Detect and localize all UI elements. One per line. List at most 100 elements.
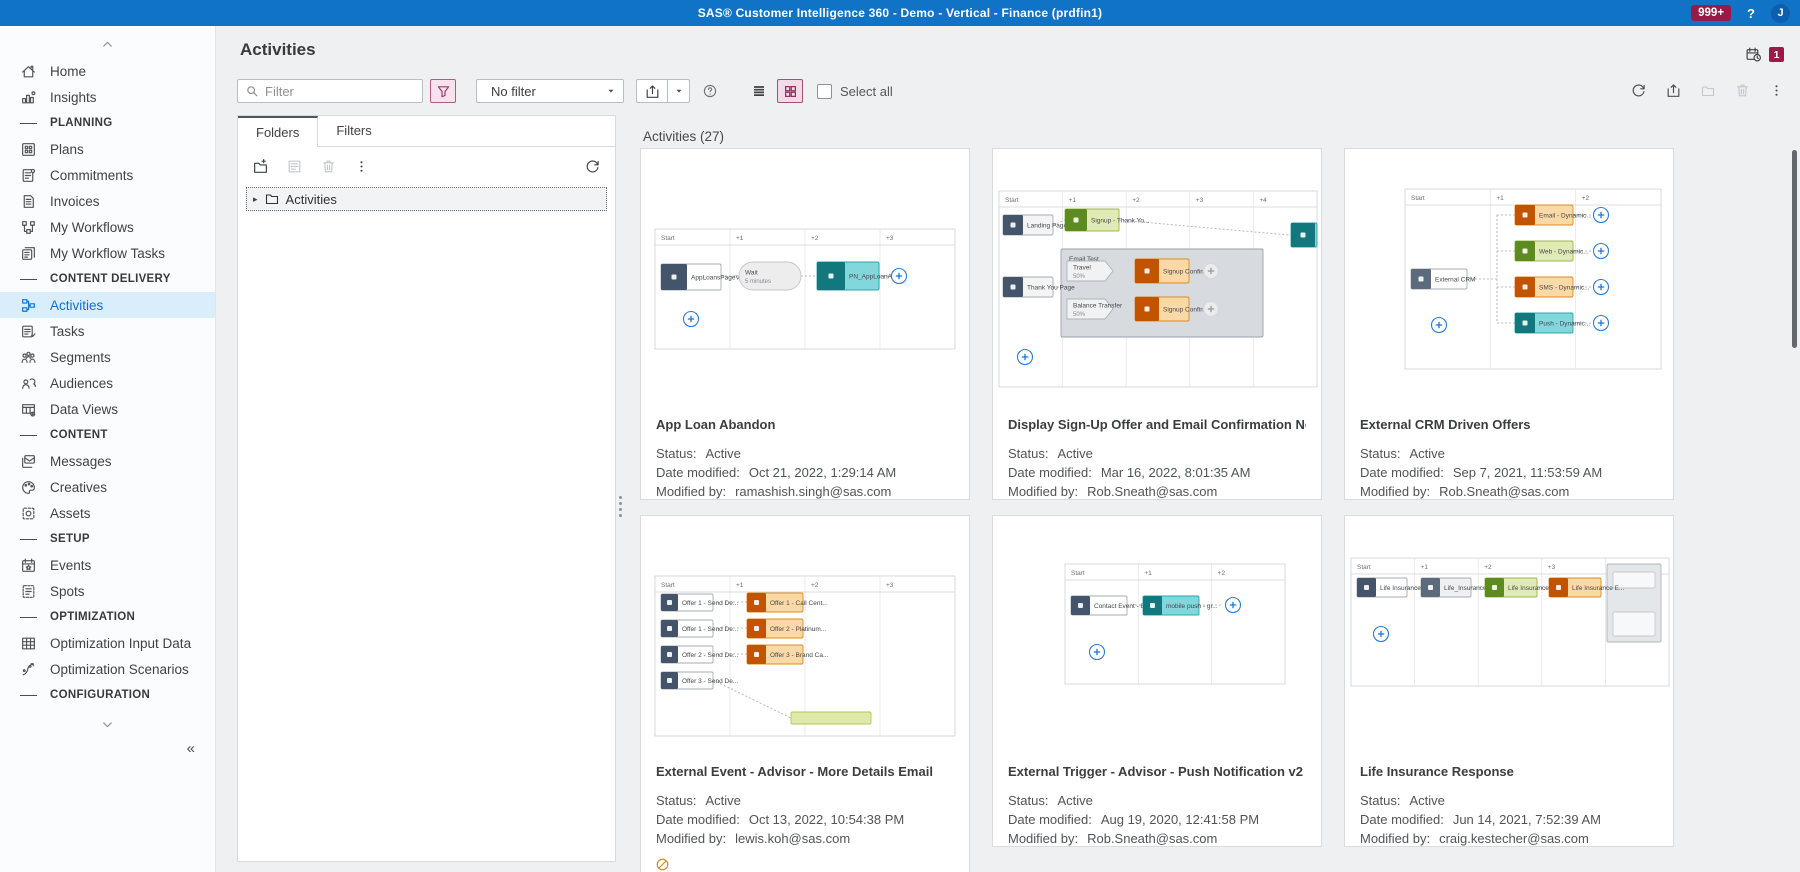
sidebar-collapse-icon[interactable]: «	[187, 740, 195, 757]
sidebar-item-insights[interactable]: Insights	[0, 84, 215, 110]
activity-card[interactable]: Start+1+2External CRMEmail - Dynamic...W…	[1344, 148, 1674, 500]
status-value: Active	[1057, 446, 1092, 461]
sidebar-item-data-views[interactable]: Data Views	[0, 396, 215, 422]
user-avatar[interactable]: J	[1771, 4, 1790, 23]
calendar-clock-icon[interactable]	[1745, 46, 1762, 63]
sidebar-item-activities[interactable]: Activities	[0, 292, 215, 318]
folder-icon	[264, 191, 280, 207]
help-circle-icon[interactable]	[702, 83, 718, 99]
date-modified-label: Date modified:	[1008, 465, 1092, 480]
svg-text:+3: +3	[886, 582, 894, 589]
help-icon[interactable]: ?	[1747, 6, 1755, 21]
sidebar-section-configuration: CONFIGURATION	[0, 682, 215, 708]
sidebar-item-optimization-input-data[interactable]: Optimization Input Data	[0, 630, 215, 656]
move-to-folder-icon[interactable]	[1700, 83, 1716, 99]
filter-input[interactable]	[265, 84, 415, 99]
folder-tree-item-activities[interactable]: ▸ Activities	[246, 187, 607, 211]
svg-text:Web - Dynamic...: Web - Dynamic...	[1539, 248, 1589, 255]
sidebar-label: Optimization Scenarios	[50, 662, 189, 677]
sidebar-scroll-down-icon[interactable]	[0, 716, 215, 733]
sidebar-label: Audiences	[50, 376, 113, 391]
grid-view-button[interactable]	[777, 79, 803, 103]
activity-title: External Event - Advisor - More Details …	[656, 764, 954, 779]
saved-filter-value: No filter	[491, 84, 536, 99]
svg-text:+2: +2	[1132, 197, 1140, 204]
sidebar-label: CONFIGURATION	[50, 689, 150, 701]
activity-title: Display Sign-Up Offer and Email Confirma…	[1008, 417, 1306, 432]
sidebar-item-my-workflow-tasks[interactable]: My Workflow Tasks	[0, 240, 215, 266]
date-modified-value: Oct 13, 2022, 10:54:38 PM	[749, 812, 904, 827]
svg-text:Offer 2 - Send De...: Offer 2 - Send De...	[682, 652, 738, 659]
sidebar-scroll-up-icon[interactable]	[0, 36, 215, 53]
svg-text:Landing Page: Landing Page	[1027, 222, 1068, 229]
data-views-icon	[20, 401, 37, 418]
panel-splitter[interactable]	[616, 481, 624, 531]
sidebar-item-audiences[interactable]: Audiences	[0, 370, 215, 396]
sidebar-section-optimization: OPTIMIZATION	[0, 604, 215, 630]
date-modified-label: Date modified:	[1360, 812, 1444, 827]
sidebar-item-creatives[interactable]: Creatives	[0, 474, 215, 500]
home-icon	[20, 63, 37, 80]
list-view-button[interactable]	[746, 79, 772, 103]
tab-filters[interactable]: Filters	[318, 116, 389, 146]
segments-icon	[20, 349, 37, 366]
creatives-icon	[20, 479, 37, 496]
tab-folders[interactable]: Folders	[238, 116, 318, 147]
sidebar-item-segments[interactable]: Segments	[0, 344, 215, 370]
filter-funnel-button[interactable]	[430, 79, 456, 103]
sidebar-item-optimization-scenarios[interactable]: Optimization Scenarios	[0, 656, 215, 682]
invoices-icon	[20, 193, 37, 210]
activity-card[interactable]: Start+1+2+3+4Life InsuranceLife_Insuranc…	[1344, 515, 1674, 847]
folders-panel: Folders Filters ▸ Activities	[237, 115, 616, 862]
select-all-checkbox[interactable]	[817, 84, 832, 99]
opt-scenarios-icon	[20, 661, 37, 678]
activity-card[interactable]: Start+1+2+3Offer 1 - Send De...Offer 1 -…	[640, 515, 970, 872]
select-all-control[interactable]: Select all	[817, 84, 893, 99]
sidebar-item-events[interactable]: Events	[0, 552, 215, 578]
svg-text:+1: +1	[736, 235, 744, 242]
sidebar-item-commitments[interactable]: Commitments	[0, 162, 215, 188]
messages-icon	[20, 453, 37, 470]
delete-icon[interactable]	[1734, 82, 1751, 99]
new-folder-icon[interactable]	[252, 158, 269, 175]
sidebar-item-assets[interactable]: Assets	[0, 500, 215, 526]
activity-card[interactable]: Start+1+2+3+4Email TestLanding PageSignu…	[992, 148, 1322, 500]
more-options-icon[interactable]	[1769, 83, 1784, 98]
folders-refresh-icon[interactable]	[584, 158, 601, 175]
sidebar-label: SETUP	[50, 533, 90, 545]
sidebar-item-spots[interactable]: Spots	[0, 578, 215, 604]
filter-search-box[interactable]	[237, 79, 423, 103]
import-menu-caret[interactable]	[667, 80, 689, 102]
import-icon[interactable]	[1665, 82, 1682, 99]
workflows-icon	[20, 219, 37, 236]
folder-more-options-icon[interactable]	[354, 159, 369, 174]
sidebar-nav: HomeInsightsPLANNINGPlansCommitmentsInvo…	[0, 58, 215, 708]
svg-text:Start: Start	[1071, 570, 1085, 577]
import-button[interactable]	[637, 80, 667, 102]
modified-by-value: Rob.Sneath@sas.com	[1439, 484, 1569, 499]
section-dash	[20, 279, 37, 280]
sidebar-item-plans[interactable]: Plans	[0, 136, 215, 162]
svg-text:+1: +1	[1496, 195, 1504, 202]
svg-text:+3: +3	[1548, 564, 1556, 571]
sidebar-item-home[interactable]: Home	[0, 58, 215, 84]
scrollbar-thumb[interactable]	[1792, 150, 1797, 348]
activity-card[interactable]: Start+1+2Contact Event - E...mobile push…	[992, 515, 1322, 847]
sidebar-item-invoices[interactable]: Invoices	[0, 188, 215, 214]
activities-list-region: Activities (27) Start+1+2+3AppLoansPageV…	[640, 115, 1774, 872]
section-dash	[20, 123, 37, 124]
import-split-button	[636, 79, 690, 103]
saved-filter-dropdown[interactable]: No filter	[476, 79, 624, 103]
sidebar-item-my-workflows[interactable]: My Workflows	[0, 214, 215, 240]
notifications-badge[interactable]: 999+	[1691, 5, 1731, 21]
sidebar-item-messages[interactable]: Messages	[0, 448, 215, 474]
activity-card[interactable]: Start+1+2+3AppLoansPageVi...Wait5 minute…	[640, 148, 970, 500]
modified-by-label: Modified by:	[656, 831, 726, 846]
delete-folder-icon[interactable]	[320, 158, 337, 175]
sidebar-item-tasks[interactable]: Tasks	[0, 318, 215, 344]
refresh-icon[interactable]	[1630, 82, 1647, 99]
folder-details-icon[interactable]	[286, 158, 303, 175]
modified-by-label: Modified by:	[1008, 484, 1078, 499]
sidebar: HomeInsightsPLANNINGPlansCommitmentsInvo…	[0, 26, 216, 872]
expand-caret-icon[interactable]: ▸	[253, 194, 258, 205]
